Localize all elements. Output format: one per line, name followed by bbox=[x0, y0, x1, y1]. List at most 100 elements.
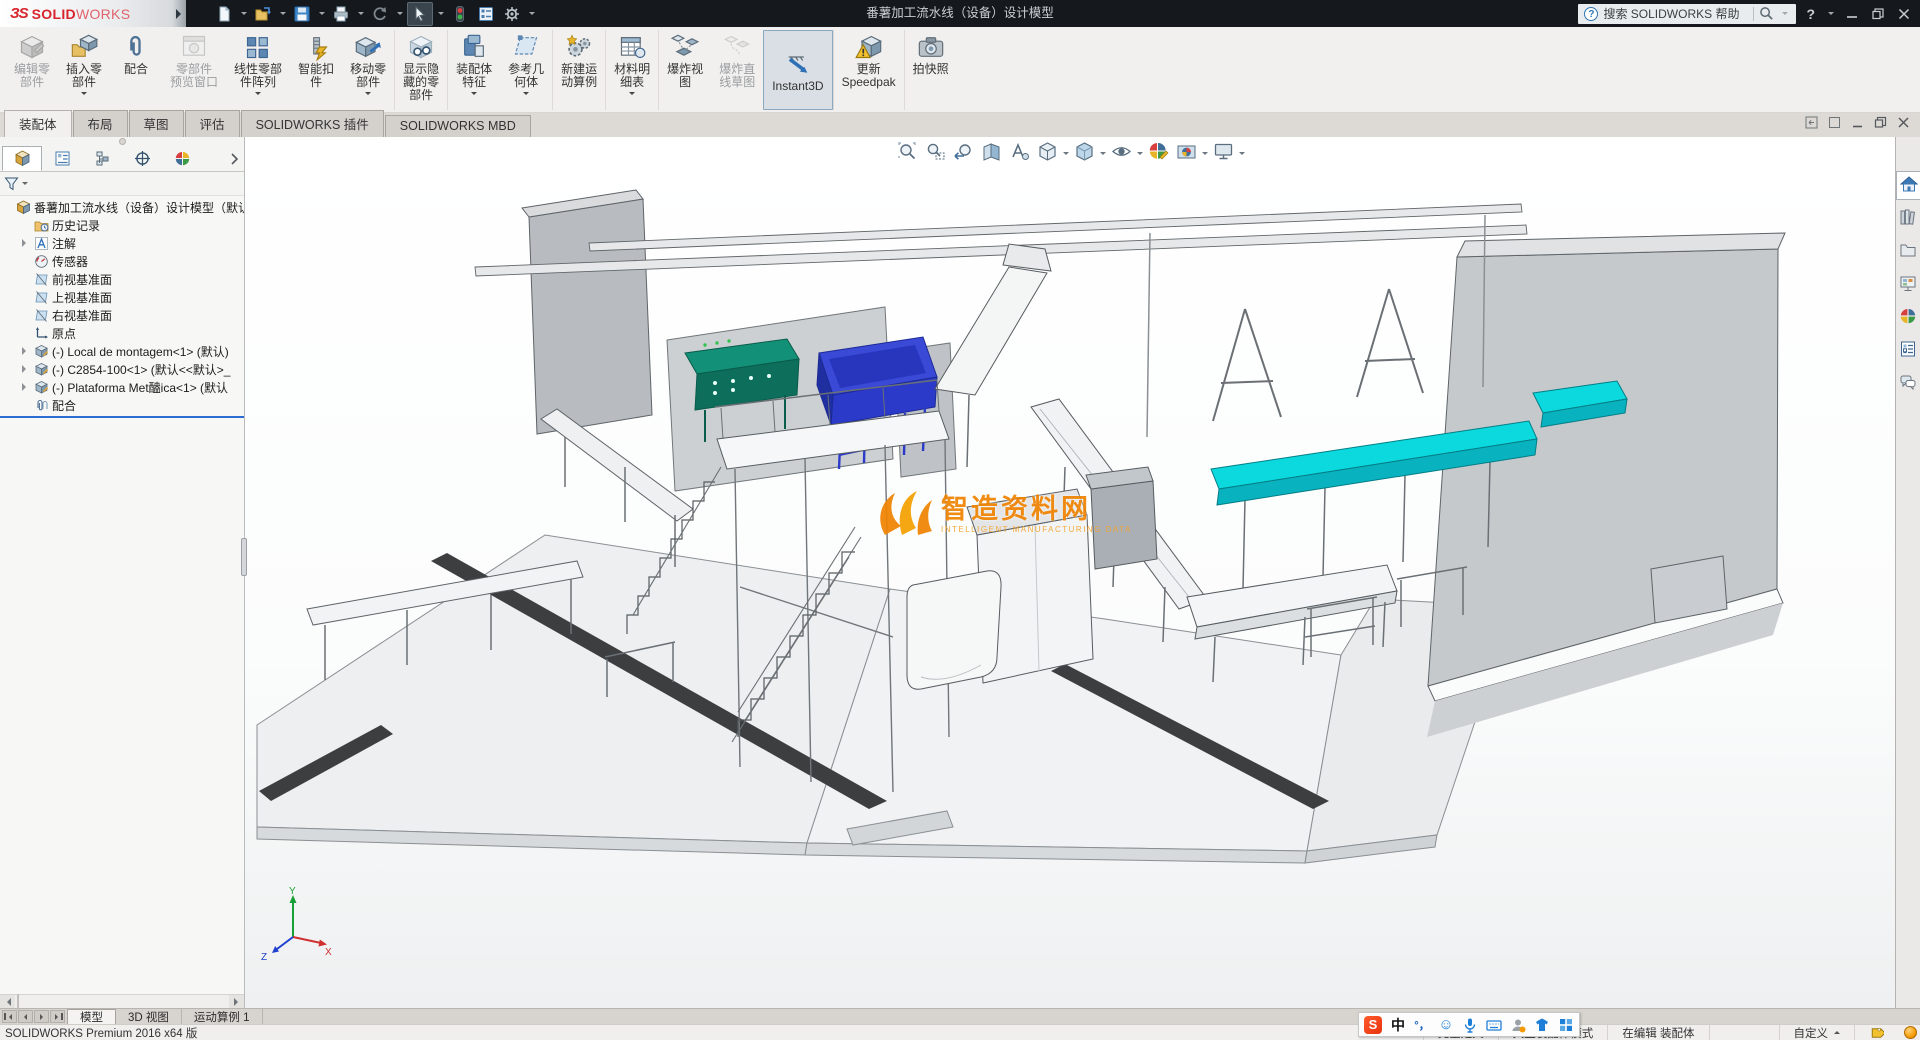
previous-tab-button[interactable] bbox=[18, 1010, 33, 1023]
window-float-icon[interactable] bbox=[1828, 116, 1841, 129]
instant3d-button[interactable]: Instant3D bbox=[763, 30, 832, 110]
display-manager-tab[interactable] bbox=[162, 146, 202, 171]
sogou-logo-icon[interactable]: S bbox=[1364, 1016, 1382, 1034]
expand-arrow-icon[interactable] bbox=[22, 275, 31, 283]
tree-top-plane[interactable]: 上视基准面 bbox=[0, 288, 244, 306]
tab-sketch[interactable]: 草图 bbox=[129, 110, 184, 137]
smart-fasteners-button[interactable]: 智能扣 件 bbox=[290, 30, 342, 110]
close-button[interactable] bbox=[1898, 8, 1910, 20]
mate-button[interactable]: 配合 bbox=[110, 30, 162, 110]
annotation-view-button[interactable] bbox=[1006, 139, 1033, 167]
scrollbar-thumb[interactable] bbox=[17, 994, 19, 1010]
tab-assembly[interactable]: 装配体 bbox=[4, 110, 72, 137]
rebuild-button[interactable] bbox=[448, 3, 472, 25]
taskpane-design-library[interactable] bbox=[1896, 204, 1920, 233]
tab-solidworks-addins[interactable]: SOLIDWORKS 插件 bbox=[241, 110, 384, 137]
expand-arrow-icon[interactable] bbox=[22, 311, 31, 319]
assembly-3d-model[interactable] bbox=[245, 137, 1895, 1008]
options-button[interactable] bbox=[500, 3, 524, 25]
component-preview-button[interactable]: 零部件 预览窗口 bbox=[162, 30, 226, 110]
first-tab-button[interactable] bbox=[2, 1010, 17, 1023]
panel-grip[interactable] bbox=[0, 137, 244, 146]
configuration-manager-tab[interactable] bbox=[82, 146, 122, 171]
print-button[interactable] bbox=[329, 3, 353, 25]
help-button[interactable]: ? bbox=[1806, 6, 1815, 22]
taskpane-file-explorer[interactable] bbox=[1896, 237, 1920, 266]
tab-solidworks-mbd[interactable]: SOLIDWORKS MBD bbox=[385, 115, 531, 137]
previous-view-button[interactable] bbox=[950, 139, 977, 167]
quick-tip-icon[interactable] bbox=[1904, 1026, 1917, 1039]
open-file-button[interactable] bbox=[251, 3, 275, 25]
tree-component-c2854-100[interactable]: (-) C2854-100<1> (默认<<默认>_ bbox=[0, 360, 244, 378]
taskpane-resources[interactable] bbox=[1896, 171, 1920, 200]
ime-toolbox-button[interactable] bbox=[1558, 1016, 1574, 1034]
move-component-button[interactable]: 移动零 部件 bbox=[342, 30, 394, 110]
restore-button[interactable] bbox=[1872, 8, 1884, 20]
tree-mates[interactable]: 配合 bbox=[0, 396, 244, 414]
linear-pattern-button[interactable]: 线性零部 件阵列 bbox=[226, 30, 290, 110]
window-back-icon[interactable] bbox=[1805, 116, 1818, 129]
tab-model[interactable]: 模型 bbox=[67, 1009, 116, 1024]
save-button[interactable] bbox=[290, 3, 314, 25]
expand-arrow-icon[interactable] bbox=[22, 365, 31, 373]
taskpane-forum[interactable] bbox=[1896, 369, 1920, 398]
expand-arrow-icon[interactable] bbox=[22, 239, 31, 247]
taskpane-appearances[interactable] bbox=[1896, 303, 1920, 332]
tree-history[interactable]: 历史记录 bbox=[0, 216, 244, 234]
tab-layout[interactable]: 布局 bbox=[73, 110, 128, 137]
doc-restore-button[interactable] bbox=[1874, 116, 1887, 129]
rollback-bar[interactable] bbox=[0, 416, 244, 418]
minimize-button[interactable] bbox=[1846, 8, 1858, 20]
ime-emoji-button[interactable]: ☺ bbox=[1438, 1016, 1454, 1034]
scroll-left-button[interactable] bbox=[0, 995, 15, 1008]
expand-arrow-icon[interactable] bbox=[22, 329, 31, 337]
next-tab-button[interactable] bbox=[34, 1010, 49, 1023]
scroll-right-button[interactable] bbox=[229, 995, 244, 1008]
expand-arrow-icon[interactable] bbox=[22, 257, 31, 265]
doc-minimize-button[interactable] bbox=[1851, 116, 1864, 129]
filter-funnel-icon[interactable] bbox=[4, 176, 19, 191]
graphics-viewport[interactable]: 智造资料网 INTELLIGENT MANUFACTURING DATA Y X… bbox=[245, 137, 1895, 1008]
update-speedpak-button[interactable]: 更新 Speedpak bbox=[833, 30, 904, 110]
taskpane-custom-properties[interactable] bbox=[1896, 336, 1920, 365]
select-tool-button[interactable] bbox=[407, 2, 433, 26]
doc-close-button[interactable] bbox=[1897, 116, 1910, 129]
take-snapshot-button[interactable]: 拍快照 bbox=[904, 30, 957, 110]
customize-button[interactable]: 自定义 bbox=[1779, 1025, 1855, 1040]
display-style-button[interactable] bbox=[1071, 139, 1098, 167]
tab-3d-views[interactable]: 3D 视图 bbox=[116, 1009, 182, 1024]
panel-horizontal-scrollbar[interactable] bbox=[0, 994, 244, 1008]
dimxpert-manager-tab[interactable] bbox=[122, 146, 162, 171]
ime-punctuation-toggle[interactable]: °， bbox=[1414, 1016, 1430, 1034]
feature-manager-tab[interactable] bbox=[2, 146, 42, 171]
tab-evaluate[interactable]: 评估 bbox=[185, 110, 240, 137]
property-manager-tab[interactable] bbox=[42, 146, 82, 171]
expand-arrow-icon[interactable] bbox=[22, 347, 31, 355]
edit-appearance-button[interactable] bbox=[1145, 139, 1172, 167]
last-tab-button[interactable] bbox=[50, 1010, 65, 1023]
filter-dropdown[interactable] bbox=[22, 182, 28, 188]
bill-of-materials-button[interactable]: 材料明 细表 bbox=[605, 30, 658, 110]
exploded-view-button[interactable]: 爆炸视 图 bbox=[658, 30, 711, 110]
explode-line-sketch-button[interactable]: 爆炸直 线草图 bbox=[711, 30, 763, 110]
menu-expand-button[interactable] bbox=[172, 0, 186, 27]
tree-origin[interactable]: 原点 bbox=[0, 324, 244, 342]
ime-account-icon[interactable] bbox=[1510, 1016, 1526, 1034]
undo-button[interactable] bbox=[368, 3, 392, 25]
apply-scene-button[interactable] bbox=[1173, 139, 1200, 167]
search-icon[interactable] bbox=[1759, 6, 1774, 21]
tree-component-plataforma-metalica[interactable]: (-) Plataforma Met醠ica<1> (默认 bbox=[0, 378, 244, 396]
new-motion-study-button[interactable]: 新建运 动算例 bbox=[552, 30, 605, 110]
assembly-features-button[interactable]: 装配体 特征 bbox=[447, 30, 500, 110]
zoom-area-button[interactable] bbox=[922, 139, 949, 167]
tree-sensors[interactable]: 传感器 bbox=[0, 252, 244, 270]
insert-components-button[interactable]: 插入零 部件 bbox=[58, 30, 110, 110]
tab-motion-study-1[interactable]: 运动算例 1 bbox=[182, 1009, 263, 1024]
taskpane-view-palette[interactable] bbox=[1896, 270, 1920, 299]
ime-language-toggle[interactable]: 中 bbox=[1390, 1016, 1406, 1034]
reference-geometry-button[interactable]: 参考几 何体 bbox=[500, 30, 552, 110]
tree-root[interactable]: 番薯加工流水线（设备）设计模型（默认 bbox=[0, 198, 244, 216]
expand-arrow-icon[interactable] bbox=[22, 221, 31, 229]
edit-component-button[interactable]: 编辑零 部件 bbox=[6, 30, 58, 110]
panel-tabs-overflow-chevron[interactable] bbox=[226, 146, 242, 171]
